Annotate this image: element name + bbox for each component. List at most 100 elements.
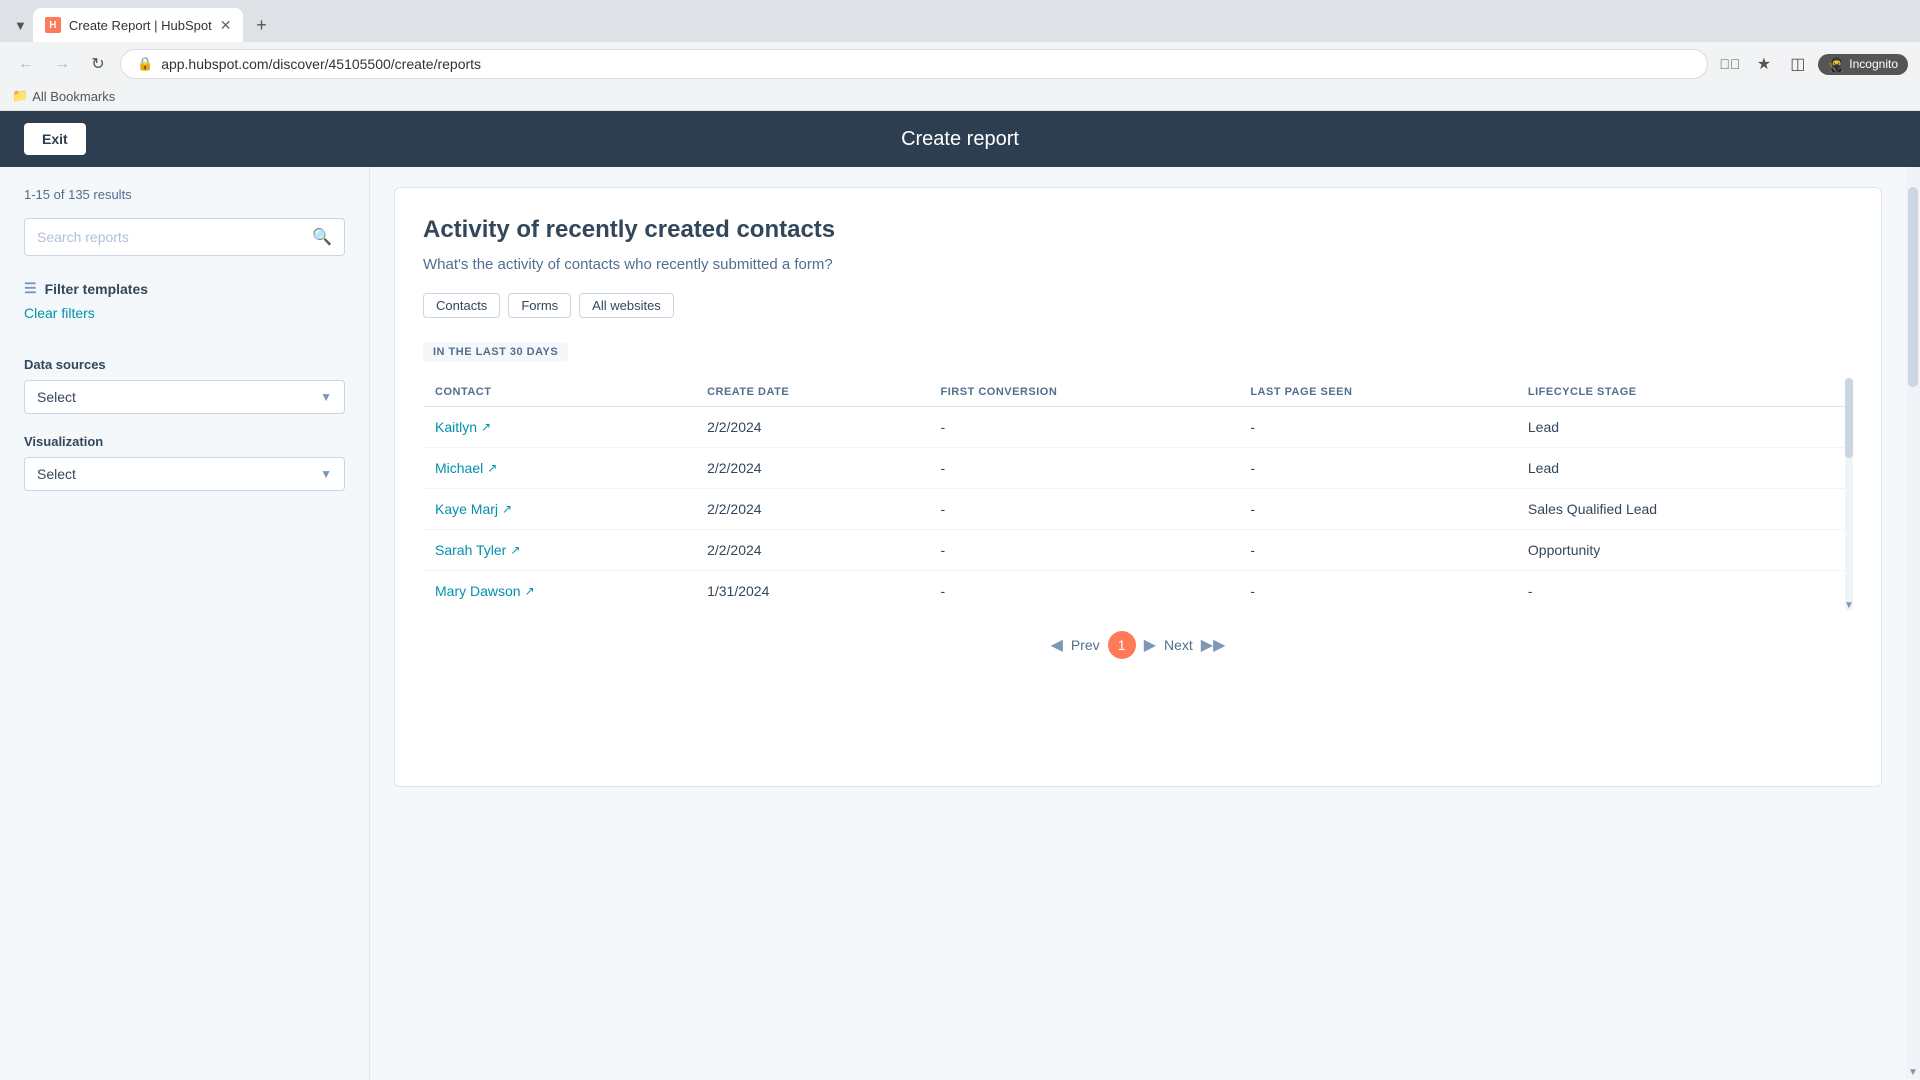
lifecycle-stage-cell: - — [1516, 571, 1853, 612]
col-contact: CONTACT — [423, 378, 695, 407]
browser-tab-bar: ▼ H Create Report | HubSpot ✕ + — [0, 0, 1920, 42]
contact-link-sarah-tyler[interactable]: Sarah Tyler ↗ — [435, 542, 683, 558]
create-date-cell: 1/31/2024 — [695, 571, 928, 612]
table-scroll-down-arrow[interactable]: ▼ — [1845, 600, 1853, 611]
pagination-next-arrow[interactable]: ▶ — [1144, 635, 1156, 655]
contact-link-mary-dawson[interactable]: Mary Dawson ↗ — [435, 583, 683, 599]
data-sources-arrow-icon: ▼ — [320, 390, 332, 404]
tab-left-btn[interactable]: ▼ — [8, 18, 33, 33]
eye-off-icon[interactable]: 👁⃠ — [1716, 50, 1744, 78]
lifecycle-stage-cell: Lead — [1516, 448, 1853, 489]
contact-cell: Kaitlyn ↗ — [423, 407, 695, 448]
forward-btn[interactable]: → — [48, 50, 76, 78]
pagination-first-btn[interactable]: ◀ — [1051, 635, 1063, 655]
table-scrollbar-thumb[interactable] — [1845, 378, 1853, 458]
extensions-icon[interactable]: ◫ — [1784, 50, 1812, 78]
url-text: app.hubspot.com/discover/45105500/create… — [161, 56, 1691, 72]
reload-btn[interactable]: ↻ — [84, 50, 112, 78]
contact-link-kaitlyn[interactable]: Kaitlyn ↗ — [435, 419, 683, 435]
tag-all-websites[interactable]: All websites — [579, 293, 674, 318]
pagination-prev-label[interactable]: Prev — [1071, 637, 1100, 653]
visualization-label: Visualization — [24, 434, 345, 449]
scrollbar-down-arrow[interactable]: ▼ — [1906, 1065, 1920, 1079]
pagination-next-label[interactable]: Next — [1164, 637, 1193, 653]
create-date-cell: 2/2/2024 — [695, 448, 928, 489]
bookmark-star-icon[interactable]: ★ — [1750, 50, 1778, 78]
filter-templates-label: Filter templates — [45, 281, 148, 297]
tab-close-btn[interactable]: ✕ — [220, 17, 232, 34]
lock-icon: 🔒 — [137, 56, 153, 72]
data-table: CONTACT CREATE DATE FIRST CONVERSION LAS… — [423, 378, 1853, 611]
visualization-select[interactable]: Select ▼ — [24, 457, 345, 491]
lifecycle-stage-cell: Sales Qualified Lead — [1516, 489, 1853, 530]
table-row: Michael ↗ 2/2/2024 - - Lead — [423, 448, 1853, 489]
bookmarks-bar: 📁 All Bookmarks — [0, 86, 1920, 111]
results-count: 1-15 of 135 results — [24, 187, 345, 202]
external-link-icon: ↗ — [487, 461, 497, 475]
first-conversion-cell: - — [929, 448, 1239, 489]
table-row: Kaitlyn ↗ 2/2/2024 - - Lead — [423, 407, 1853, 448]
table-scrollbar-track — [1845, 378, 1853, 611]
contact-cell: Michael ↗ — [423, 448, 695, 489]
main-scrollbar-thumb[interactable] — [1908, 187, 1918, 387]
contact-cell: Sarah Tyler ↗ — [423, 530, 695, 571]
content-area: Activity of recently created contacts Wh… — [370, 167, 1906, 1079]
col-create-date: CREATE DATE — [695, 378, 928, 407]
search-input[interactable] — [37, 229, 304, 245]
search-icon[interactable]: 🔍 — [312, 227, 332, 247]
page-title: Create report — [901, 128, 1019, 151]
table-container: CONTACT CREATE DATE FIRST CONVERSION LAS… — [423, 378, 1853, 611]
first-conversion-cell: - — [929, 530, 1239, 571]
browser-chrome: ▼ H Create Report | HubSpot ✕ + ← → ↻ 🔒 … — [0, 0, 1920, 111]
tag-forms[interactable]: Forms — [508, 293, 571, 318]
back-btn[interactable]: ← — [12, 50, 40, 78]
data-sources-filter: Data sources Select ▼ — [24, 357, 345, 414]
report-tags: Contacts Forms All websites — [423, 293, 1853, 318]
tag-contacts[interactable]: Contacts — [423, 293, 500, 318]
create-date-cell: 2/2/2024 — [695, 530, 928, 571]
contact-link-michael[interactable]: Michael ↗ — [435, 460, 683, 476]
col-last-page-seen: LAST PAGE SEEN — [1238, 378, 1516, 407]
table-row: Mary Dawson ↗ 1/31/2024 - - - — [423, 571, 1853, 612]
hubspot-favicon: H — [45, 17, 61, 33]
period-label: IN THE LAST 30 DAYS — [423, 342, 568, 362]
lifecycle-stage-cell: Lead — [1516, 407, 1853, 448]
incognito-icon: 🥷 — [1828, 56, 1845, 73]
main-layout: 1-15 of 135 results 🔍 ☰ Filter templates… — [0, 167, 1920, 1079]
create-date-cell: 2/2/2024 — [695, 407, 928, 448]
table-row: Kaye Marj ↗ 2/2/2024 - - Sales Qualified… — [423, 489, 1853, 530]
lifecycle-stage-cell: Opportunity — [1516, 530, 1853, 571]
clear-filters-link[interactable]: Clear filters — [24, 305, 95, 321]
contact-cell: Kaye Marj ↗ — [423, 489, 695, 530]
active-tab[interactable]: H Create Report | HubSpot ✕ — [33, 8, 244, 42]
app-header: Exit Create report — [0, 111, 1920, 167]
col-first-conversion: FIRST CONVERSION — [929, 378, 1239, 407]
last-page-seen-cell: - — [1238, 448, 1516, 489]
main-scrollbar: ▼ — [1906, 167, 1920, 1079]
visualization-arrow-icon: ▼ — [320, 467, 332, 481]
external-link-icon: ↗ — [481, 420, 491, 434]
tab-title: Create Report | HubSpot — [69, 18, 212, 33]
data-sources-select[interactable]: Select ▼ — [24, 380, 345, 414]
filter-section: ☰ Filter templates Clear filters — [24, 280, 345, 341]
incognito-label: Incognito — [1849, 57, 1898, 71]
last-page-seen-cell: - — [1238, 489, 1516, 530]
data-sources-label: Data sources — [24, 357, 345, 372]
address-bar[interactable]: 🔒 app.hubspot.com/discover/45105500/crea… — [120, 49, 1708, 79]
report-card: Activity of recently created contacts Wh… — [394, 187, 1882, 787]
visualization-value: Select — [37, 466, 76, 482]
last-page-seen-cell: - — [1238, 571, 1516, 612]
external-link-icon: ↗ — [525, 584, 535, 598]
pagination-page-1[interactable]: 1 — [1108, 631, 1136, 659]
new-tab-btn[interactable]: + — [247, 11, 275, 39]
visualization-filter: Visualization Select ▼ — [24, 434, 345, 491]
table-body: Kaitlyn ↗ 2/2/2024 - - Lead Michael — [423, 407, 1853, 612]
contact-link-kaye-marj[interactable]: Kaye Marj ↗ — [435, 501, 683, 517]
report-title: Activity of recently created contacts — [423, 216, 1853, 244]
incognito-badge[interactable]: 🥷 Incognito — [1818, 54, 1908, 75]
first-conversion-cell: - — [929, 489, 1239, 530]
pagination-last-btn[interactable]: ▶▶ — [1201, 635, 1226, 655]
data-sources-value: Select — [37, 389, 76, 405]
sidebar: 1-15 of 135 results 🔍 ☰ Filter templates… — [0, 167, 370, 1079]
exit-button[interactable]: Exit — [24, 123, 86, 155]
